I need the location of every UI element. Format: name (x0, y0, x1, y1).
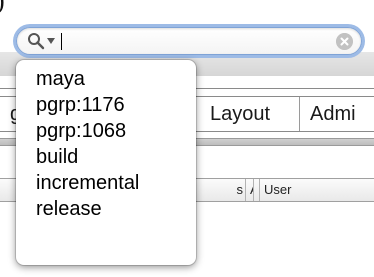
search-field[interactable] (16, 27, 362, 55)
clear-icon[interactable] (336, 33, 353, 50)
tab-layout[interactable]: Layout (200, 97, 300, 131)
column-header-user[interactable]: User (260, 179, 374, 201)
menu-item-pgrp-1176[interactable]: pgrp:1176 (16, 92, 196, 118)
search-suggestions-menu: maya pgrp:1176 pgrp:1068 build increment… (16, 60, 196, 265)
menu-item-maya[interactable]: maya (16, 66, 196, 92)
search-input[interactable] (59, 31, 329, 51)
menu-item-build[interactable]: build (16, 144, 196, 170)
text-cursor (61, 33, 62, 50)
chevron-down-icon[interactable] (47, 38, 55, 44)
column-header-3[interactable]: A (246, 179, 254, 201)
menu-item-pgrp-1068[interactable]: pgrp:1068 (16, 118, 196, 144)
corner-text-fragment: ) (0, 0, 5, 16)
tab-admin[interactable]: Admi (300, 97, 374, 131)
menu-item-release[interactable]: release (16, 196, 196, 222)
column-header-2[interactable]: s (190, 179, 246, 201)
menu-item-incremental[interactable]: incremental (16, 170, 196, 196)
search-icon[interactable] (27, 32, 45, 50)
